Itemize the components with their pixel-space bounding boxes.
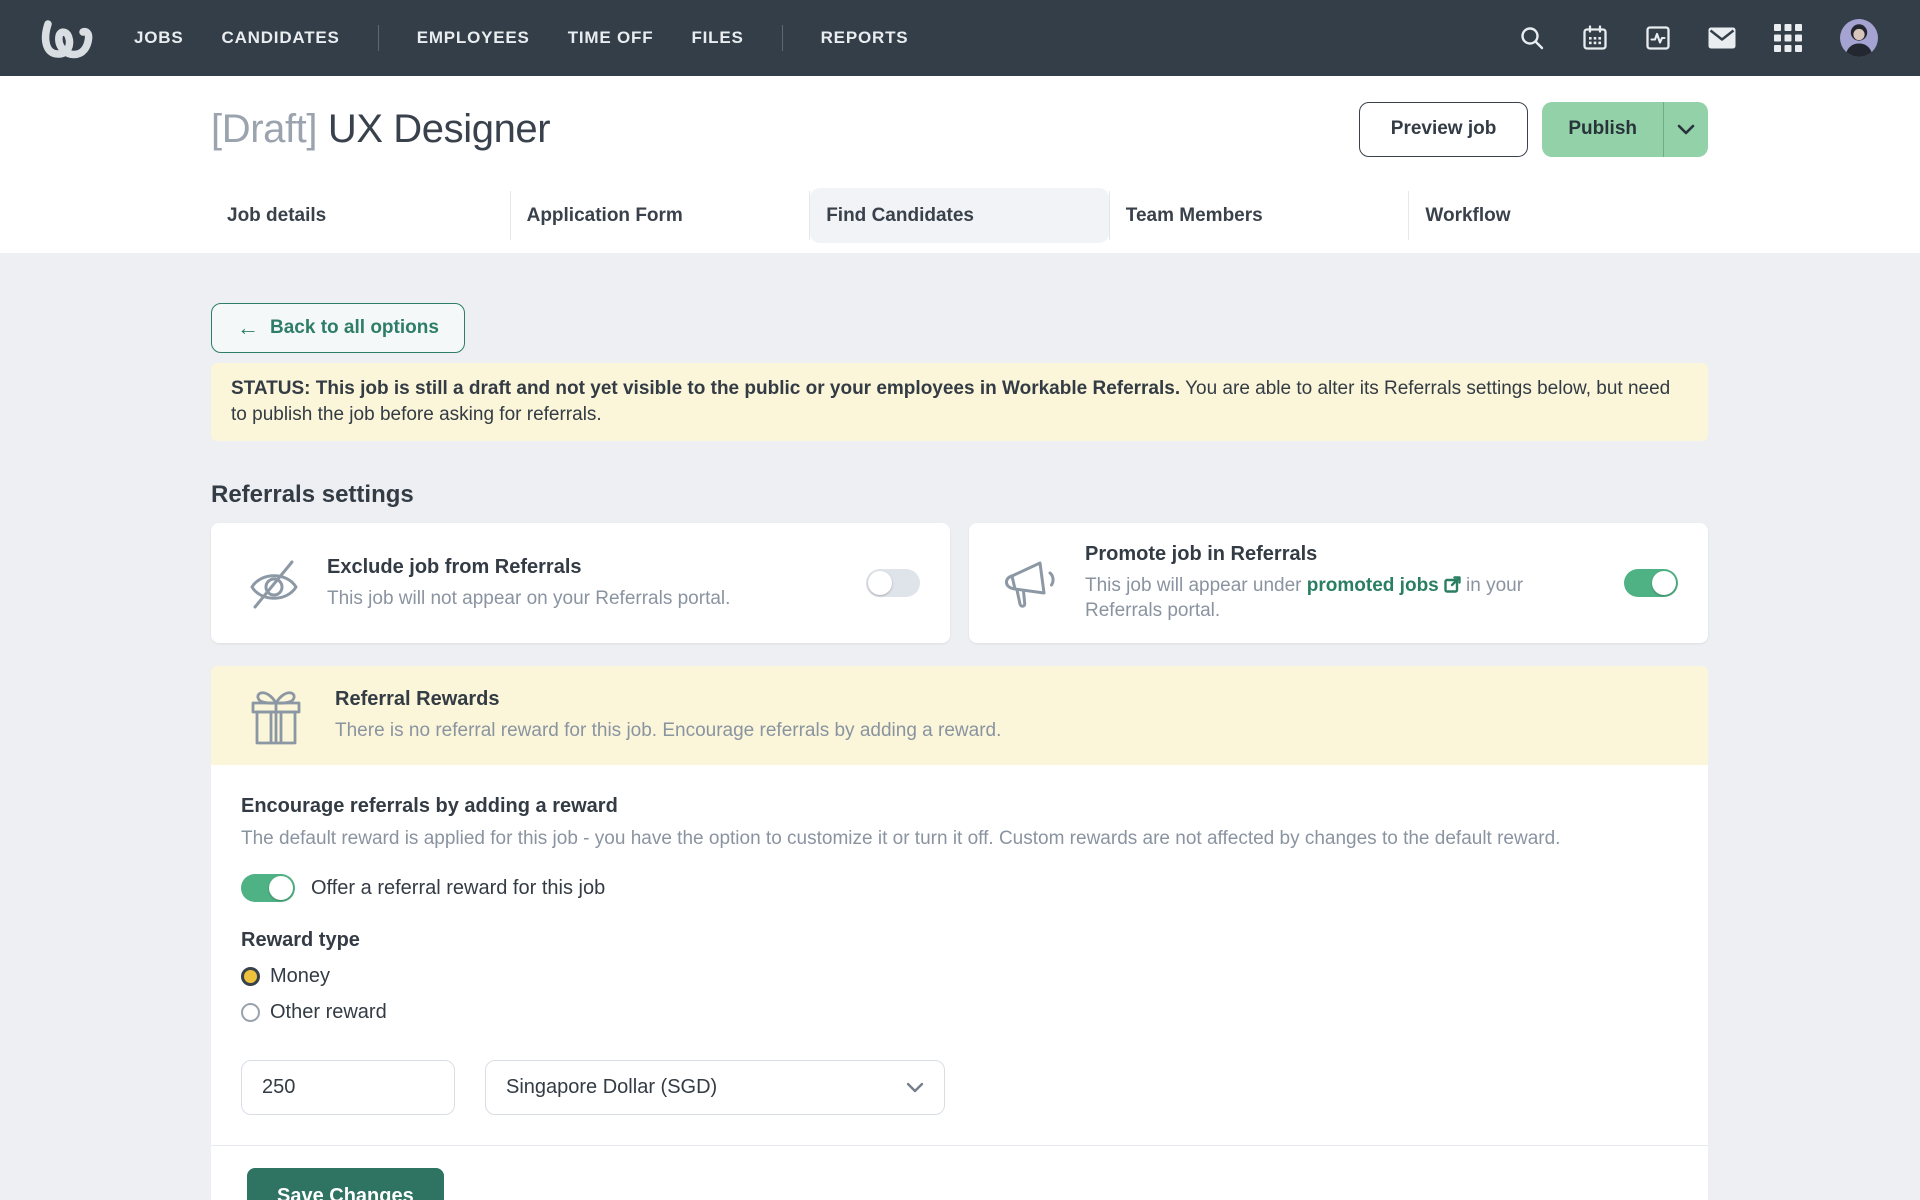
offer-reward-toggle[interactable]	[241, 874, 295, 903]
reward-amount-input[interactable]	[241, 1060, 455, 1116]
search-icon[interactable]	[1519, 25, 1545, 51]
toggle-knob	[269, 876, 293, 901]
reward-section-heading: Encourage referrals by adding a reward	[241, 795, 618, 818]
apps-grid-icon[interactable]	[1773, 23, 1803, 53]
referrals-settings-heading: Referrals settings	[211, 481, 414, 509]
exclude-job-toggle[interactable]	[866, 569, 920, 598]
nav-item-time-off[interactable]: TIME OFF	[568, 28, 654, 48]
toggle-knob	[868, 571, 892, 596]
publish-button[interactable]: Publish	[1542, 102, 1663, 157]
back-button-label: Back to all options	[270, 317, 439, 338]
nav-menu: JOBS CANDIDATES EMPLOYEES TIME OFF FILES…	[134, 25, 908, 51]
nav-item-reports[interactable]: REPORTS	[821, 28, 909, 48]
tab-team-members[interactable]: Team Members	[1110, 188, 1409, 243]
draft-label: [Draft]	[211, 106, 318, 151]
promote-card-description: This job will appear under promoted jobs…	[1085, 573, 1604, 623]
arrow-left-icon: ←	[237, 315, 259, 340]
back-to-all-options-button[interactable]: ← Back to all options	[211, 303, 465, 353]
nav-item-employees[interactable]: EMPLOYEES	[417, 28, 530, 48]
nav-item-files[interactable]: FILES	[691, 28, 743, 48]
chevron-down-icon	[906, 1083, 924, 1093]
radio-unselected-icon[interactable]	[241, 1003, 260, 1023]
rewards-banner-description: There is no referral reward for this job…	[335, 720, 1002, 742]
publish-split-button: Publish	[1542, 101, 1708, 157]
workable-logo-icon[interactable]	[40, 15, 98, 61]
referrals-content: ← Back to all options STATUS: This job i…	[0, 253, 1920, 1200]
radio-option-other-reward[interactable]: Other reward	[241, 1001, 1678, 1024]
gift-icon	[247, 684, 305, 748]
reward-settings-panel: Encourage referrals by adding a reward T…	[211, 765, 1708, 1200]
job-tabs: Job details Application Form Find Candid…	[211, 188, 1708, 243]
activity-icon[interactable]	[1645, 25, 1671, 51]
radio-selected-icon[interactable]	[241, 967, 260, 987]
chevron-down-icon	[1677, 124, 1695, 134]
external-link-icon	[1444, 576, 1461, 594]
tab-workflow[interactable]: Workflow	[1409, 188, 1708, 243]
job-header: [Draft] UX Designer Preview job Publish …	[0, 76, 1920, 253]
top-nav: JOBS CANDIDATES EMPLOYEES TIME OFF FILES…	[0, 0, 1920, 76]
mail-icon[interactable]	[1708, 27, 1736, 49]
megaphone-icon	[999, 551, 1065, 615]
promote-card-title: Promote job in Referrals	[1085, 543, 1318, 566]
rewards-banner-title: Referral Rewards	[335, 688, 500, 711]
status-banner-bold-text: STATUS: This job is still a draft and no…	[231, 378, 1181, 399]
status-banner: STATUS: This job is still a draft and no…	[211, 363, 1708, 442]
page-title: [Draft] UX Designer	[211, 106, 551, 152]
reward-type-label: Reward type	[241, 929, 360, 952]
radio-other-reward-label: Other reward	[270, 1001, 387, 1024]
nav-divider	[781, 25, 783, 51]
currency-select-value: Singapore Dollar (SGD)	[506, 1076, 718, 1099]
currency-select[interactable]: Singapore Dollar (SGD)	[485, 1060, 945, 1116]
promote-desc-before: This job will appear under	[1085, 575, 1307, 597]
nav-item-candidates[interactable]: CANDIDATES	[222, 28, 340, 48]
header-actions: Preview job Publish	[1358, 101, 1708, 157]
job-title: UX Designer	[327, 106, 551, 151]
referral-rewards-banner: Referral Rewards There is no referral re…	[211, 666, 1708, 766]
exclude-card-title: Exclude job from Referrals	[327, 555, 582, 578]
tab-job-details[interactable]: Job details	[211, 188, 510, 243]
nav-item-jobs[interactable]: JOBS	[134, 28, 184, 48]
radio-money-label: Money	[270, 965, 331, 988]
radio-option-money[interactable]: Money	[241, 965, 1678, 988]
nav-utility-icons	[1519, 19, 1878, 57]
promoted-jobs-link[interactable]: promoted jobs	[1307, 575, 1461, 596]
user-avatar[interactable]	[1840, 19, 1878, 57]
publish-dropdown-button[interactable]	[1663, 101, 1708, 157]
exclude-job-card: Exclude job from Referrals This job will…	[211, 523, 950, 644]
toggle-knob	[1652, 571, 1676, 596]
save-changes-button[interactable]: Save Changes	[247, 1168, 444, 1200]
nav-divider	[377, 25, 379, 51]
promote-job-toggle[interactable]	[1624, 569, 1678, 598]
promoted-jobs-link-label: promoted jobs	[1306, 575, 1439, 597]
reward-section-description: The default reward is applied for this j…	[241, 828, 1561, 850]
preview-job-button[interactable]: Preview job	[1358, 101, 1529, 157]
tab-find-candidates[interactable]: Find Candidates	[810, 188, 1109, 243]
exclude-card-description: This job will not appear on your Referra…	[327, 587, 731, 609]
tab-application-form[interactable]: Application Form	[511, 188, 810, 243]
offer-reward-toggle-label: Offer a referral reward for this job	[311, 876, 606, 899]
calendar-icon[interactable]	[1582, 25, 1608, 51]
eye-off-icon	[241, 551, 307, 615]
promote-job-card: Promote job in Referrals This job will a…	[969, 523, 1708, 644]
